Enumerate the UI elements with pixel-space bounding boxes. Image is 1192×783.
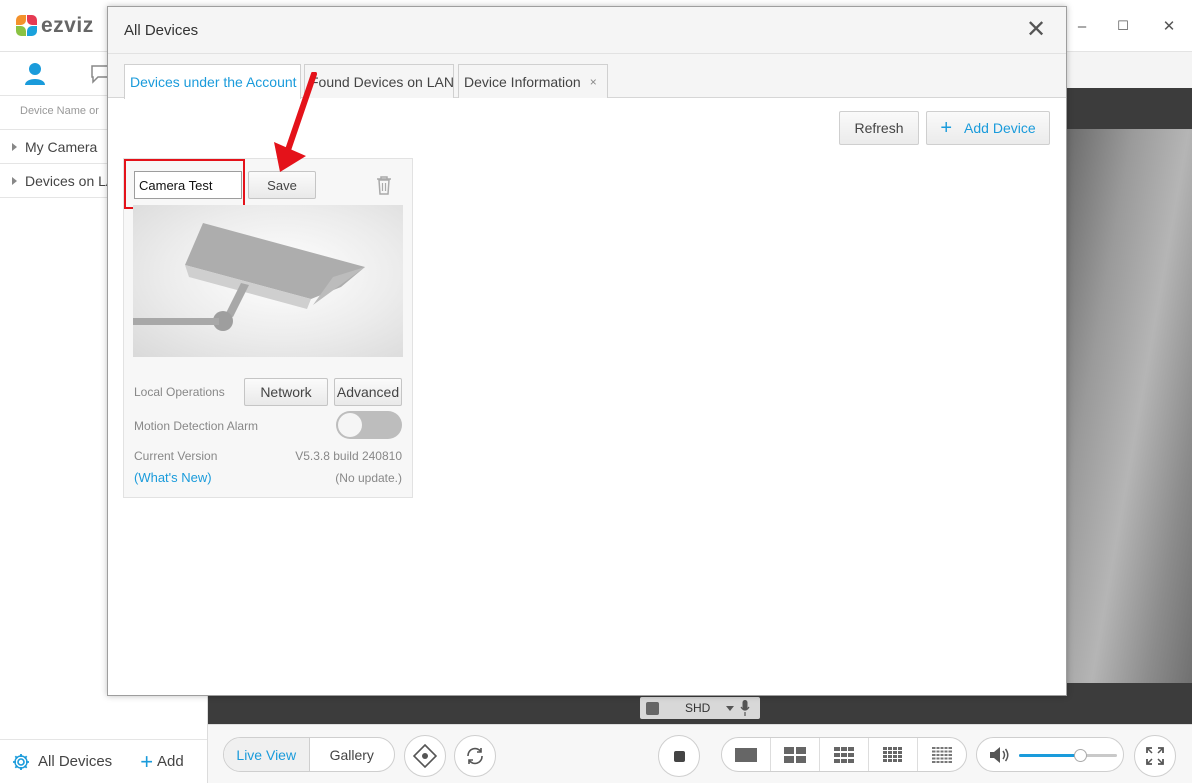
gear-icon [13, 753, 29, 770]
dialog-tabs: Devices under the Account Found Devices … [108, 54, 1066, 99]
stop-all-button[interactable] [658, 735, 700, 777]
layout-1-button[interactable] [722, 738, 771, 771]
volume-slider-handle[interactable] [1073, 749, 1087, 762]
current-version-label: Current Version [134, 449, 218, 463]
dialog-header: All Devices ✕ [108, 7, 1066, 54]
sidebar-item-label: My Camera [25, 138, 98, 155]
camera-placeholder-icon [133, 223, 365, 331]
video-feed-image [1066, 129, 1192, 683]
layout-25-button[interactable] [918, 738, 966, 771]
toggle-knob [338, 413, 362, 437]
stop-icon [673, 750, 685, 762]
local-operations-label: Local Operations [134, 385, 225, 399]
quality-label[interactable]: SHD [685, 701, 710, 715]
motion-detection-label: Motion Detection Alarm [134, 419, 259, 433]
bottom-toolbar: Live View Gallery [208, 724, 1192, 783]
microphone-icon[interactable] [740, 700, 750, 716]
tab-live-view[interactable]: Live View [224, 738, 310, 771]
whats-new-link[interactable]: (What's New) [134, 470, 212, 485]
all-devices-dialog: All Devices ✕ Devices under the Account … [107, 6, 1067, 696]
expand-arrow-icon [12, 176, 17, 185]
trash-icon[interactable] [376, 175, 392, 195]
fullscreen-button[interactable] [1134, 735, 1176, 777]
refresh-stream-button[interactable] [454, 735, 496, 777]
user-icon[interactable] [24, 62, 46, 86]
dialog-close-icon[interactable]: ✕ [1024, 18, 1048, 42]
layout-9-button[interactable] [820, 738, 869, 771]
volume-control [976, 737, 1124, 772]
plus-icon: + [940, 117, 953, 139]
brand-name: ezviz [41, 14, 94, 37]
speaker-icon[interactable] [989, 746, 1011, 764]
add-label: Add [157, 753, 184, 770]
layout-25-icon [932, 746, 952, 763]
device-name-input[interactable] [134, 171, 242, 199]
tab-devices-under-account[interactable]: Devices under the Account [124, 64, 301, 99]
chevron-down-icon[interactable] [726, 705, 735, 711]
sidebar-footer: All Devices + Add [0, 739, 207, 783]
tab-found-devices-on-lan[interactable]: Found Devices on LAN [304, 64, 454, 98]
tab-close-icon[interactable]: × [590, 75, 597, 89]
expand-arrow-icon [12, 142, 17, 151]
video-overlay-controls: SHD [640, 697, 760, 719]
ezviz-flower-icon [16, 15, 38, 37]
tab-label: Device Information [464, 73, 581, 90]
motion-detection-toggle[interactable] [336, 411, 402, 439]
layout-4-button[interactable] [771, 738, 820, 771]
advanced-button[interactable]: Advanced [334, 378, 402, 406]
stop-square-icon[interactable] [646, 701, 659, 715]
dialog-title: All Devices [124, 22, 199, 39]
close-window-button[interactable]: ✕ [1157, 14, 1181, 38]
minimize-button[interactable]: – [1070, 14, 1094, 38]
layout-16-button[interactable] [869, 738, 918, 771]
window-layout-group [721, 737, 967, 772]
layout-16-icon [883, 746, 902, 762]
ptz-direction-icon [413, 744, 437, 768]
camera-thumbnail[interactable] [133, 205, 403, 357]
all-devices-label: All Devices [38, 753, 113, 770]
layout-4-icon [784, 746, 806, 763]
save-button[interactable]: Save [248, 171, 316, 199]
refresh-icon [467, 747, 483, 765]
update-status: (No update.) [335, 471, 402, 485]
refresh-button[interactable]: Refresh [839, 111, 919, 145]
network-button[interactable]: Network [244, 378, 328, 406]
fullscreen-icon [1146, 747, 1164, 765]
layout-1-icon [735, 747, 757, 762]
add-device-label: Add Device [964, 120, 1036, 136]
maximize-button[interactable]: ☐ [1111, 14, 1135, 38]
tab-gallery[interactable]: Gallery [310, 738, 395, 771]
plus-icon: + [140, 748, 154, 774]
view-mode-switch: Live View Gallery [223, 737, 395, 772]
tab-device-information[interactable]: Device Information × [458, 64, 608, 98]
volume-slider[interactable] [1019, 749, 1117, 762]
ptz-control-button[interactable] [404, 735, 446, 777]
version-value: V5.3.8 build 240810 [295, 449, 402, 463]
ezviz-logo: ezviz [16, 13, 94, 39]
volume-slider-fill [1019, 754, 1080, 757]
sidebar-item-label: Devices on LA [25, 172, 116, 189]
all-devices-button[interactable]: All Devices [12, 753, 112, 771]
video-top-strip [1066, 52, 1192, 88]
layout-9-icon [834, 746, 854, 763]
add-button[interactable]: + Add [140, 748, 184, 774]
device-card: Save Local Operations Network Advanced M… [123, 158, 413, 498]
add-device-button[interactable]: + Add Device [926, 111, 1050, 145]
